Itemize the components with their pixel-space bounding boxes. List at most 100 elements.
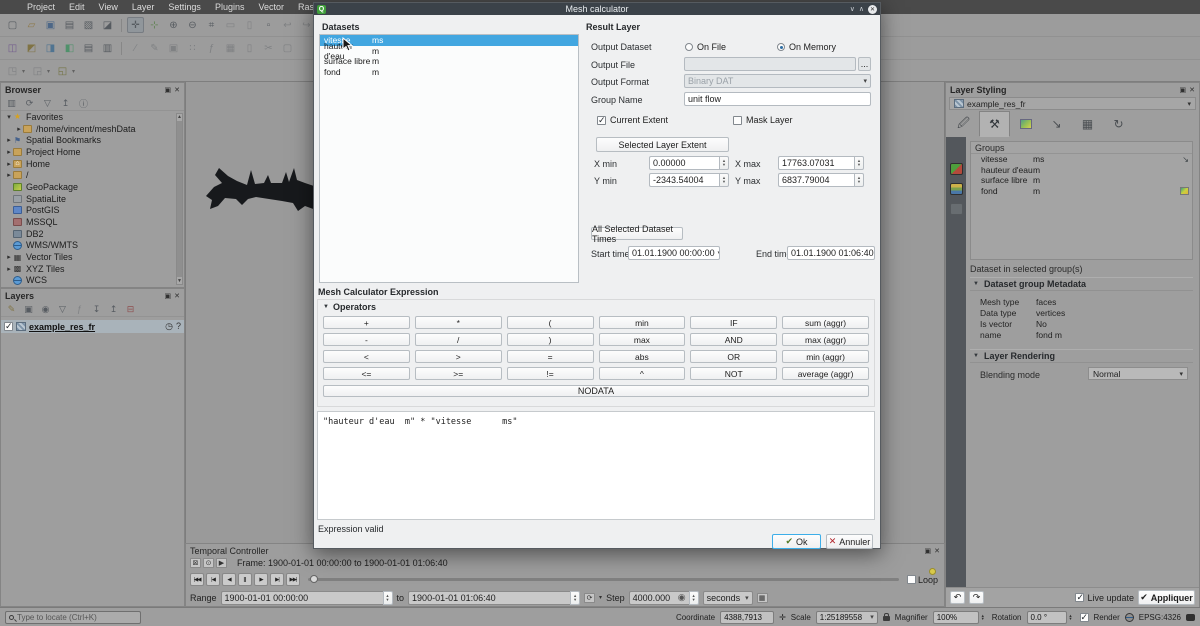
pause-icon[interactable]: Ⅱ [238, 573, 252, 586]
new-project-icon[interactable]: ▢ [4, 17, 21, 33]
3d-view-icon[interactable] [950, 163, 963, 175]
group-row-surface[interactable]: surface libre m [971, 175, 1192, 186]
operators-header[interactable]: ▼ Operators [318, 300, 874, 313]
coordinate-input[interactable]: 4388,7913 [720, 611, 774, 624]
save-edits-icon[interactable]: ▣ [165, 40, 182, 56]
lock-scale-icon[interactable] [883, 616, 890, 621]
operator-button[interactable]: + [323, 316, 410, 329]
range-to-input[interactable]: 1900-01-01 01:06:40 [408, 591, 580, 605]
x-max-input[interactable]: 17763.07031 [778, 156, 864, 170]
browser-item-postgis[interactable]: PostGIS [1, 205, 184, 217]
blending-mode-select[interactable]: Normal [1088, 367, 1188, 380]
zoom-to-layer-icon[interactable]: ▫ [260, 17, 277, 33]
spin-arrows-icon[interactable] [854, 173, 864, 187]
style-manager-icon[interactable]: ◪ [99, 17, 116, 33]
on-file-radio[interactable]: On File [685, 42, 726, 52]
operator-button[interactable]: >= [415, 367, 502, 380]
close-panel-icon[interactable]: ✕ [934, 547, 940, 555]
operator-button[interactable]: OR [690, 350, 777, 363]
dropdown-arrow-icon[interactable]: ▾ [599, 594, 602, 601]
tab-mesh-settings[interactable]: ⚒ [979, 111, 1010, 137]
dropdown-arrow-icon[interactable]: ▾ [72, 68, 75, 75]
float-panel-icon[interactable]: ▣ [165, 86, 172, 94]
browser-scrollbar[interactable]: ▲▼ [176, 113, 183, 285]
y-min-input[interactable]: -2343.54004 [649, 173, 729, 187]
open-layer-styling-icon[interactable]: ✎ [5, 303, 18, 316]
operator-button[interactable]: / [415, 333, 502, 346]
operator-button[interactable]: abs [599, 350, 686, 363]
spin-arrows-icon[interactable] [383, 591, 393, 605]
step-unit-select[interactable]: seconds [703, 591, 753, 605]
expander-icon[interactable]: ▸ [5, 148, 13, 156]
refresh-icon[interactable]: ⟳ [23, 97, 36, 110]
tab-mesh-frame[interactable]: ▦ [1072, 111, 1103, 137]
x-min-input[interactable]: 0.00000 [649, 156, 729, 170]
operator-button[interactable]: < [323, 350, 410, 363]
dialog-title-bar[interactable]: Q Mesh calculator ∨ ∧ ✕ [314, 3, 880, 15]
metadata-section-header[interactable]: ▼ Dataset group Metadata [970, 277, 1193, 291]
operator-button[interactable]: average (aggr) [782, 367, 869, 380]
collapse-all-icon[interactable]: ↥ [107, 303, 120, 316]
expander-icon[interactable]: ▸ [5, 160, 13, 168]
browser-item-vector-tiles[interactable]: ▸ ▦ Vector Tiles [1, 251, 184, 263]
measure-icon[interactable]: ◱ [54, 63, 71, 79]
operator-button[interactable]: * [415, 316, 502, 329]
browser-item-mssql[interactable]: MSSQL [1, 216, 184, 228]
all-selected-dataset-times-button[interactable]: All Selected Dataset Times [591, 227, 683, 240]
zoom-to-selection-icon[interactable]: ▯ [241, 17, 258, 33]
menu-edit[interactable]: Edit [62, 2, 92, 12]
history-icon[interactable] [950, 203, 963, 215]
pan-to-selection-icon[interactable]: ⊹ [146, 17, 163, 33]
expander-icon[interactable]: ▸ [15, 125, 23, 133]
layer-row-example-res-fr[interactable]: example_res_fr ◷ ? [1, 320, 184, 333]
tab-symbology[interactable]: 🖉 [948, 111, 979, 137]
output-format-select[interactable]: Binary DAT [684, 74, 871, 88]
add-feature-icon[interactable]: ∷ [184, 40, 201, 56]
select-features-icon[interactable]: ◲ [29, 63, 46, 79]
spin-arrows-icon[interactable] [689, 591, 699, 605]
current-edits-icon[interactable]: ∕ [127, 40, 144, 56]
close-panel-icon[interactable]: ✕ [174, 292, 180, 300]
spin-arrows-icon[interactable] [854, 156, 864, 170]
browser-item-spatialite[interactable]: SpatiaLite [1, 193, 184, 205]
tab-vectors[interactable]: ↘ [1041, 111, 1072, 137]
close-panel-icon[interactable]: ✕ [174, 86, 180, 94]
browse-button[interactable]: ... [858, 57, 871, 71]
delete-selected-icon[interactable]: ▯ [241, 40, 258, 56]
rotation-input[interactable]: 0.0 ° [1027, 611, 1075, 624]
settings-icon[interactable]: ▦ [757, 593, 768, 603]
modify-attributes-icon[interactable]: ▦ [222, 40, 239, 56]
operator-button[interactable]: NOT [690, 367, 777, 380]
browser-item-root[interactable]: ▸ / [1, 169, 184, 181]
expander-icon[interactable]: ▸ [5, 136, 13, 144]
loop-checkbox[interactable] [907, 575, 916, 584]
selected-layer-extent-button[interactable]: Selected Layer Extent [596, 137, 729, 152]
cut-features-icon[interactable]: ✂ [260, 40, 277, 56]
expander-icon[interactable]: ▸ [5, 253, 13, 261]
float-panel-icon[interactable]: ▣ [165, 292, 172, 300]
skip-to-start-icon[interactable]: |◀◀ [190, 573, 204, 586]
refresh-range-icon[interactable]: ⟳ [584, 593, 595, 603]
new-print-layout-icon[interactable]: ▧ [80, 17, 97, 33]
add-selected-layers-icon[interactable]: ▥ [5, 97, 18, 110]
temporal-off-icon[interactable]: ⊠ [190, 558, 201, 568]
properties-widget-icon[interactable]: ⓘ [77, 97, 90, 110]
play-forward-icon[interactable]: ▶ [254, 573, 268, 586]
magnifier-input[interactable]: 100% [933, 611, 987, 624]
time-slider[interactable] [308, 578, 899, 581]
expander-icon[interactable]: ▸ [5, 171, 13, 179]
operator-button[interactable]: max [599, 333, 686, 346]
browser-item-wcs[interactable]: WCS [1, 275, 184, 287]
open-project-icon[interactable]: ▱ [23, 17, 40, 33]
filter-browser-icon[interactable]: ▽ [41, 97, 54, 110]
render-checkbox[interactable] [1080, 613, 1089, 622]
zoom-in-icon[interactable]: ⊕ [165, 17, 182, 33]
epsg-button[interactable]: EPSG:4326 [1139, 613, 1181, 622]
layers-symbology-icon[interactable] [950, 183, 963, 195]
add-mesh-layer-icon[interactable]: ◧ [61, 40, 78, 56]
copy-features-icon[interactable]: ▢ [279, 40, 296, 56]
time-slider-handle[interactable] [310, 575, 318, 583]
pan-map-icon[interactable]: ✛ [127, 17, 144, 33]
zoom-last-icon[interactable]: ↩ [279, 17, 296, 33]
menu-project[interactable]: Project [20, 2, 62, 12]
